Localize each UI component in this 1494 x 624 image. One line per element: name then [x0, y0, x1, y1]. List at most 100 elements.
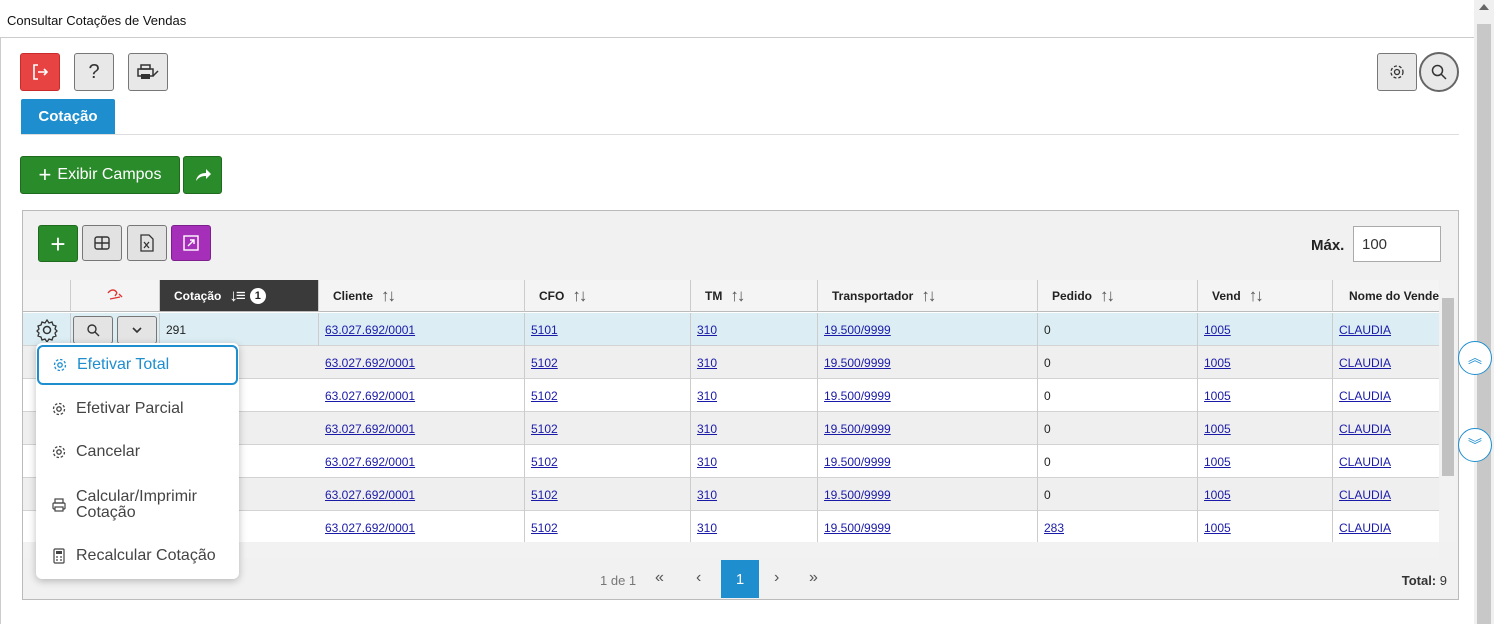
link-vend[interactable]: 1005 [1204, 356, 1231, 370]
link-nome[interactable]: CLAUDIA [1339, 389, 1415, 403]
expand-button[interactable] [171, 225, 211, 261]
settings-button[interactable] [1377, 53, 1417, 91]
link-transportador[interactable]: 19.500/9999 [824, 455, 891, 469]
link-tm[interactable]: 310 [697, 455, 717, 469]
link-cliente[interactable]: 63.027.692/0001 [325, 488, 415, 502]
link-tm[interactable]: 310 [697, 521, 717, 535]
link-cfo[interactable]: 5102 [531, 521, 558, 535]
print-button[interactable] [128, 53, 168, 91]
header-transportador[interactable]: Transportador ↑↓ [818, 280, 1038, 312]
excel-icon [140, 234, 154, 252]
cell-vend: 1005 [1198, 511, 1333, 542]
link-nome[interactable]: CLAUDIA [1339, 455, 1415, 469]
first-page-button[interactable]: « [655, 569, 664, 587]
link-transportador[interactable]: 19.500/9999 [824, 488, 891, 502]
cell-tm: 310 [691, 511, 818, 542]
menu-item-efetivar-parcial[interactable]: Efetivar Parcial [36, 400, 239, 418]
next-page-button[interactable]: › [774, 569, 779, 587]
menu-item-recalcular[interactable]: Recalcular Cotação [36, 547, 239, 565]
link-cfo[interactable]: 5102 [531, 356, 558, 370]
link-transportador[interactable]: 19.500/9999 [824, 356, 891, 370]
row-actions-cell[interactable] [23, 313, 71, 346]
link-nome[interactable]: CLAUDIA [1339, 323, 1415, 337]
header-cliente[interactable]: Cliente ↑↓ [319, 280, 525, 312]
exibir-campos-button[interactable]: + Exibir Campos [20, 156, 180, 194]
table-row[interactable]: 291 63.027.692/0001 5101 310 19.500/9999… [23, 313, 1439, 346]
header-nome-vendedor-label: Nome do Vendedor [1349, 288, 1439, 303]
header-tm[interactable]: TM ↑↓ [691, 280, 818, 312]
prev-page-button[interactable]: ‹ [696, 569, 701, 587]
share-icon [195, 169, 211, 181]
scroll-bottom-button[interactable]: ︾ [1458, 428, 1492, 462]
gear-icon [51, 357, 69, 373]
tab-cotacao[interactable]: Cotação [21, 99, 115, 134]
grid-scrollbar-thumb[interactable] [1442, 298, 1454, 476]
link-tm[interactable]: 310 [697, 356, 717, 370]
gear-icon[interactable] [35, 318, 59, 342]
menu-item-calcular-imprimir[interactable]: Calcular/Imprimir Cotação [36, 489, 239, 521]
link-vend[interactable]: 1005 [1204, 323, 1231, 337]
header-filter-clear[interactable] [71, 280, 160, 312]
link-cfo[interactable]: 5101 [531, 323, 558, 337]
sort-order-badge: 1 [249, 287, 266, 304]
menu-item-label: Calcular/Imprimir Cotação [76, 488, 197, 521]
max-input[interactable]: 100 [1353, 226, 1441, 262]
add-record-button[interactable]: + [38, 225, 78, 262]
link-cliente[interactable]: 63.027.692/0001 [325, 455, 415, 469]
link-cliente[interactable]: 63.027.692/0001 [325, 356, 415, 370]
menu-item-cancelar[interactable]: Cancelar [36, 443, 239, 461]
link-cliente[interactable]: 63.027.692/0001 [325, 323, 415, 337]
link-nome[interactable]: CLAUDIA [1339, 521, 1415, 535]
link-vend[interactable]: 1005 [1204, 521, 1231, 535]
link-transportador[interactable]: 19.500/9999 [824, 323, 891, 337]
link-transportador[interactable]: 19.500/9999 [824, 422, 891, 436]
link-pedido[interactable]: 283 [1044, 521, 1064, 535]
header-vend[interactable]: Vend ↑↓ [1198, 280, 1333, 312]
page-scrollbar-thumb[interactable] [1477, 24, 1491, 624]
cell-nome: CLAUDIA [1333, 379, 1439, 412]
cell-pedido: 0 [1038, 412, 1198, 445]
link-nome[interactable]: CLAUDIA [1339, 356, 1415, 370]
link-cliente[interactable]: 63.027.692/0001 [325, 521, 415, 535]
cell-transportador: 19.500/9999 [818, 412, 1038, 445]
link-tm[interactable]: 310 [697, 422, 717, 436]
link-nome[interactable]: CLAUDIA [1339, 422, 1415, 436]
link-tm[interactable]: 310 [697, 323, 717, 337]
header-cotacao[interactable]: Cotação ↓≡ 1 [160, 280, 319, 312]
cell-cfo: 5102 [525, 379, 691, 412]
page-scrollbar[interactable] [1474, 0, 1494, 624]
current-page-button[interactable]: 1 [721, 560, 759, 598]
link-tm[interactable]: 310 [697, 389, 717, 403]
header-pedido[interactable]: Pedido ↑↓ [1038, 280, 1198, 312]
link-transportador[interactable]: 19.500/9999 [824, 389, 891, 403]
link-tm[interactable]: 310 [697, 488, 717, 502]
row-menu-button[interactable] [117, 315, 157, 344]
export-excel-button[interactable] [127, 225, 167, 261]
help-button[interactable]: ? [74, 53, 114, 91]
header-nome-vendedor[interactable]: Nome do Vendedor [1333, 280, 1439, 312]
link-cliente[interactable]: 63.027.692/0001 [325, 422, 415, 436]
link-nome[interactable]: CLAUDIA [1339, 488, 1415, 502]
link-cfo[interactable]: 5102 [531, 488, 558, 502]
link-vend[interactable]: 1005 [1204, 488, 1231, 502]
link-transportador[interactable]: 19.500/9999 [824, 521, 891, 535]
header-cfo[interactable]: CFO ↑↓ [525, 280, 691, 312]
link-cliente[interactable]: 63.027.692/0001 [325, 389, 415, 403]
last-page-button[interactable]: » [809, 569, 818, 587]
link-cfo[interactable]: 5102 [531, 389, 558, 403]
share-button[interactable] [183, 156, 222, 194]
grid-vertical-scrollbar[interactable] [1440, 280, 1456, 542]
menu-item-efetivar-total[interactable]: Efetivar Total [37, 345, 238, 385]
row-view-button[interactable] [73, 315, 113, 344]
scroll-up-icon[interactable] [1479, 4, 1489, 10]
link-cfo[interactable]: 5102 [531, 422, 558, 436]
link-vend[interactable]: 1005 [1204, 455, 1231, 469]
search-button[interactable] [1419, 52, 1459, 92]
columns-button[interactable] [82, 225, 122, 261]
link-vend[interactable]: 1005 [1204, 422, 1231, 436]
scroll-top-button[interactable]: ︽ [1458, 341, 1492, 375]
link-cfo[interactable]: 5102 [531, 455, 558, 469]
link-vend[interactable]: 1005 [1204, 389, 1231, 403]
exit-button[interactable] [20, 53, 60, 91]
cell-tm: 310 [691, 346, 818, 379]
